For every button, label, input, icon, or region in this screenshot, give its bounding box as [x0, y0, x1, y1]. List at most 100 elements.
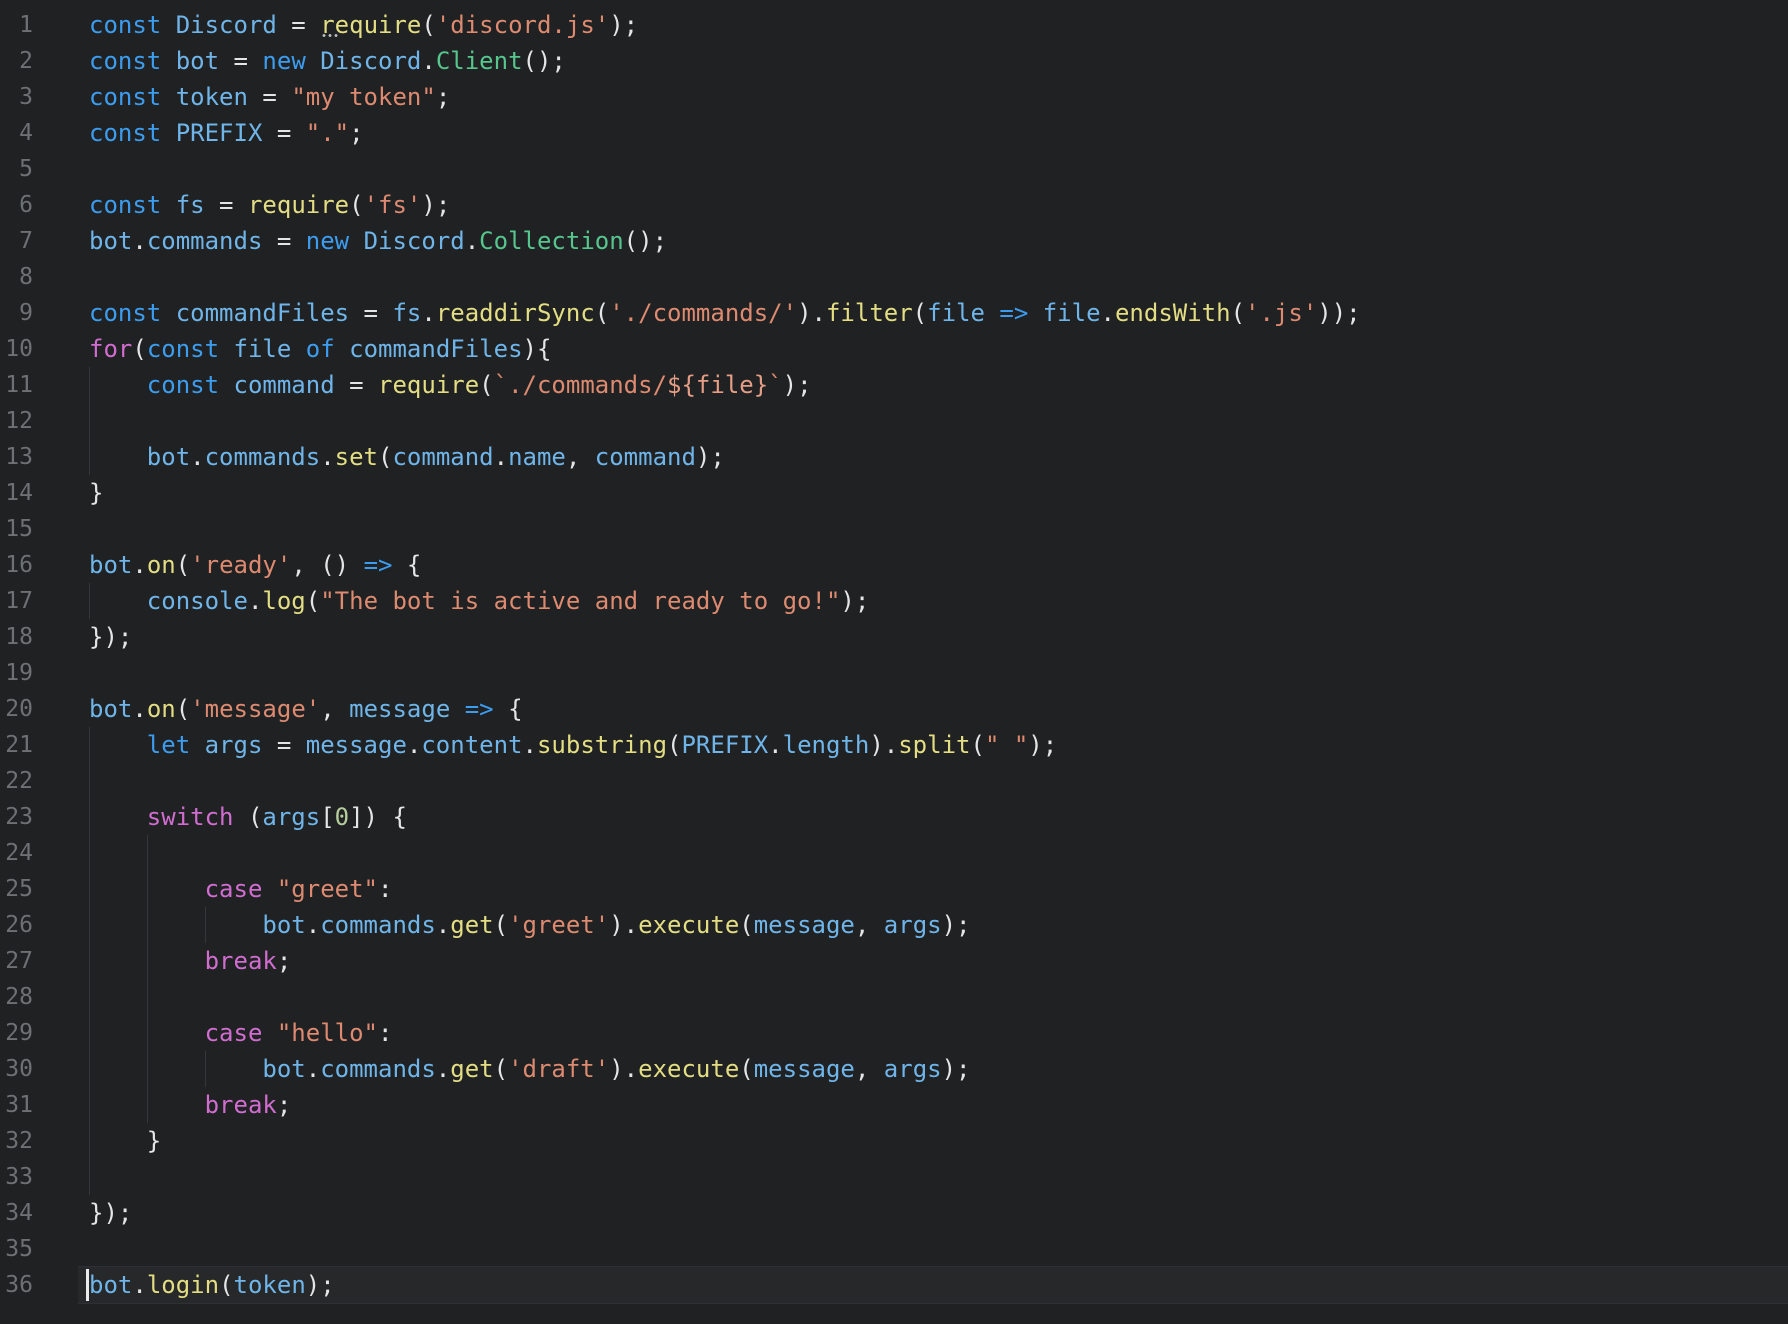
code-token: }: [89, 479, 104, 507]
code-line[interactable]: 24: [0, 835, 1788, 871]
code-token: substring: [536, 731, 668, 759]
indent-guide: [89, 871, 90, 907]
code-token: bot: [89, 551, 133, 579]
code-token: =: [219, 47, 263, 75]
code-line[interactable]: 9 const commandFiles = fs.readdirSync('./…: [0, 295, 1788, 331]
line-number: 11: [5, 372, 33, 398]
code-text: bot.commands = new Discord.Collection();: [89, 223, 1788, 259]
code-token: " ": [984, 731, 1029, 759]
code-text: [89, 403, 1788, 439]
code-line[interactable]: 16 bot.on('ready', () => {: [0, 547, 1788, 583]
code-token: bot: [262, 911, 306, 939]
code-text: case "greet":: [89, 871, 1788, 907]
code-line[interactable]: 8: [0, 259, 1788, 295]
code-line[interactable]: 2 const bot = new Discord.Client();: [0, 43, 1788, 79]
code-line[interactable]: 14}: [0, 475, 1788, 511]
code-token: });: [89, 1199, 133, 1227]
code-token: ).: [609, 911, 639, 939]
indent-guide: [146, 907, 148, 943]
line-number: 1: [19, 12, 33, 38]
code-token: ,: [565, 443, 595, 471]
code-line[interactable]: 3 const token = "my token";: [0, 79, 1788, 115]
code-line[interactable]: 35: [0, 1231, 1788, 1267]
code-token: message: [305, 731, 407, 759]
line-number: 31: [5, 1092, 33, 1118]
code-line[interactable]: 33: [0, 1159, 1788, 1195]
code-token: command: [594, 443, 696, 471]
code-token: {: [392, 551, 422, 579]
code-line[interactable]: 32 }: [0, 1123, 1788, 1159]
code-editor[interactable]: 1 const Discord = require('discord.js'); 2…: [0, 0, 1788, 1324]
code-line[interactable]: 36 bot.login(token);: [0, 1266, 1788, 1304]
code-line[interactable]: 28: [0, 979, 1788, 1015]
code-token: =: [204, 191, 248, 219]
code-line[interactable]: 5: [0, 151, 1788, 187]
code-token: (: [493, 1055, 509, 1083]
code-line[interactable]: 19: [0, 655, 1788, 691]
line-number: 25: [5, 876, 33, 902]
code-token: command: [233, 371, 335, 399]
code-line[interactable]: 10 for(const file of commandFiles){: [0, 331, 1788, 367]
code-line[interactable]: 21 let args = message.content.substring(…: [0, 727, 1788, 763]
code-line[interactable]: 22: [0, 763, 1788, 799]
code-line[interactable]: 31 break;: [0, 1087, 1788, 1123]
code-line[interactable]: 12: [0, 403, 1788, 439]
line-number: 19: [5, 660, 33, 686]
code-token: on: [146, 695, 176, 723]
code-line[interactable]: 13 bot.commands.set(command.name, comman…: [0, 439, 1788, 475]
indent-guide: [89, 403, 90, 439]
code-token: set: [334, 443, 379, 471]
code-line[interactable]: 26 bot.commands.get('greet').execute(mes…: [0, 907, 1788, 943]
code-token: switch: [146, 803, 234, 831]
code-token: ;: [276, 947, 292, 975]
code-token: fs: [392, 299, 422, 327]
code-line[interactable]: 6 const fs = require('fs');: [0, 187, 1788, 223]
code-token: token: [175, 83, 248, 111]
line-number: 6: [19, 192, 33, 218]
code-token: (: [1230, 299, 1246, 327]
code-line[interactable]: 11 const command = require(`./commands/$…: [0, 367, 1788, 403]
code-token: (: [493, 911, 509, 939]
indent-guide: [146, 1087, 148, 1123]
code-token: .: [421, 47, 436, 75]
code-line[interactable]: 23 switch (args[0]) {: [0, 799, 1788, 835]
code-token: of: [305, 335, 335, 363]
code-line[interactable]: 29 case "hello":: [0, 1015, 1788, 1051]
code-token: .: [406, 731, 422, 759]
code-token: (: [175, 695, 191, 723]
code-token: .: [132, 695, 147, 723]
code-line[interactable]: 18});: [0, 619, 1788, 655]
code-token: =>: [464, 695, 494, 723]
code-line[interactable]: 17 console.log("The bot is active and re…: [0, 583, 1788, 619]
code-token: );: [941, 1055, 971, 1083]
code-line[interactable]: 25 case "greet":: [0, 871, 1788, 907]
code-token: name: [508, 443, 566, 471]
code-line[interactable]: 27 break;: [0, 943, 1788, 979]
code-token: bot: [89, 695, 133, 723]
code-line[interactable]: 4 const PREFIX = ".";: [0, 115, 1788, 151]
code-line[interactable]: 20 bot.on('message', message => {: [0, 691, 1788, 727]
code-text: [89, 763, 1788, 799]
indent-guide: [89, 583, 90, 619]
indent-guide: [146, 1051, 148, 1087]
code-token: 0: [334, 803, 350, 831]
code-token: ).: [869, 731, 899, 759]
code-token: commandFiles: [175, 299, 350, 327]
code-token: args: [883, 1055, 942, 1083]
code-line[interactable]: 34});: [0, 1195, 1788, 1231]
code-token: :: [378, 875, 393, 903]
code-line[interactable]: 1 const Discord = require('discord.js');: [0, 7, 1788, 43]
code-token: token: [233, 1271, 306, 1299]
code-token: commands: [146, 227, 263, 255]
code-token: console: [146, 587, 248, 615]
code-token: .: [247, 587, 263, 615]
code-token: .: [435, 1055, 451, 1083]
code-line[interactable]: 7 bot.commands = new Discord.Collection()…: [0, 223, 1788, 259]
line-number: 23: [5, 804, 33, 830]
code-token: Collection: [479, 227, 624, 255]
line-number: 12: [5, 408, 33, 434]
code-line[interactable]: 15: [0, 511, 1788, 547]
code-line[interactable]: 30 bot.commands.get('draft').execute(mes…: [0, 1051, 1788, 1087]
